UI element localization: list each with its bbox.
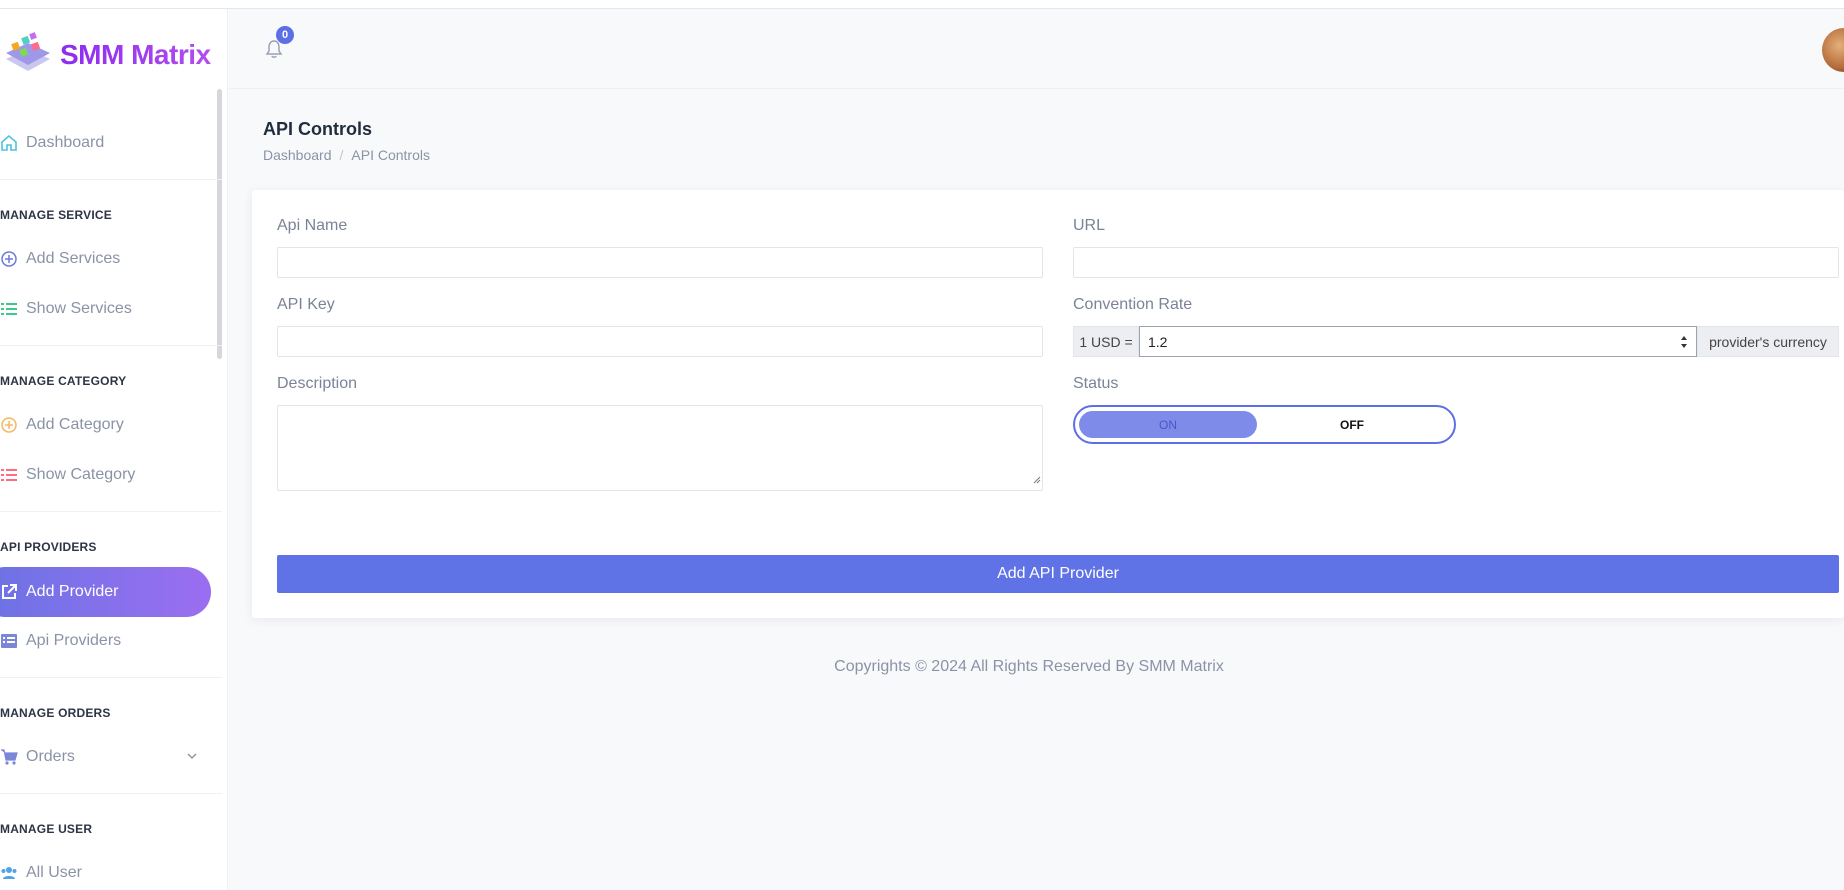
list-icon bbox=[0, 466, 18, 484]
add-api-provider-button[interactable]: Add API Provider bbox=[277, 555, 1839, 593]
status-off-option[interactable]: OFF bbox=[1262, 411, 1442, 438]
sidebar-item-label: Add Services bbox=[26, 250, 121, 267]
sidebar-item-label: Add Category bbox=[26, 416, 124, 433]
divider bbox=[0, 793, 222, 794]
section-heading-manage-user: MANAGE USER bbox=[0, 822, 93, 836]
sidebar: SMM Matrix Dashboard MANAGE SERVICE Add … bbox=[0, 9, 228, 890]
convention-rate-label: Convention Rate bbox=[1073, 296, 1193, 313]
external-link-icon bbox=[0, 583, 18, 601]
sidebar-item-add-services[interactable]: Add Services bbox=[0, 239, 120, 279]
cart-icon bbox=[0, 748, 18, 766]
sidebar-item-label: Api Providers bbox=[26, 632, 122, 649]
sidebar-item-add-category[interactable]: Add Category bbox=[0, 405, 124, 445]
section-heading-manage-service: MANAGE SERVICE bbox=[0, 208, 112, 222]
api-key-label: API Key bbox=[277, 296, 335, 313]
rate-value: 1.2 bbox=[1148, 333, 1168, 350]
sidebar-item-api-providers[interactable]: Api Providers bbox=[0, 621, 121, 661]
breadcrumb: Dashboard / API Controls bbox=[263, 147, 430, 163]
api-name-input[interactable] bbox=[277, 247, 1043, 278]
sidebar-item-label: Orders bbox=[26, 748, 75, 765]
users-icon bbox=[0, 864, 18, 882]
sidebar-item-show-category[interactable]: Show Category bbox=[0, 455, 135, 495]
sidebar-item-show-services[interactable]: Show Services bbox=[0, 289, 132, 329]
divider bbox=[0, 511, 222, 512]
notification-badge: 0 bbox=[276, 26, 294, 44]
divider bbox=[0, 677, 222, 678]
sidebar-item-label: Dashboard bbox=[26, 134, 105, 151]
sidebar-scrollbar[interactable] bbox=[217, 89, 222, 359]
list-alt-icon bbox=[0, 632, 18, 650]
api-name-label: Api Name bbox=[277, 217, 348, 234]
section-heading-manage-orders: MANAGE ORDERS bbox=[0, 706, 111, 720]
plus-circle-icon bbox=[0, 416, 18, 434]
sidebar-item-dashboard[interactable]: Dashboard bbox=[0, 123, 104, 163]
url-input[interactable] bbox=[1073, 247, 1839, 278]
rate-input[interactable]: 1.2 bbox=[1139, 326, 1697, 357]
chevron-down-icon[interactable] bbox=[186, 749, 198, 767]
status-on-option[interactable]: ON bbox=[1079, 411, 1257, 438]
top-border bbox=[0, 0, 1844, 9]
top-header bbox=[229, 9, 1844, 89]
list-icon bbox=[0, 300, 18, 318]
status-label: Status bbox=[1073, 375, 1119, 392]
section-heading-api-providers: API PROVIDERS bbox=[0, 540, 97, 554]
sidebar-item-label: Show Category bbox=[26, 466, 136, 483]
breadcrumb-current: API Controls bbox=[351, 147, 430, 163]
section-heading-manage-category: MANAGE CATEGORY bbox=[0, 374, 127, 388]
rate-prefix: 1 USD = bbox=[1073, 326, 1139, 357]
breadcrumb-link-dashboard[interactable]: Dashboard bbox=[263, 147, 332, 163]
plus-circle-icon bbox=[0, 250, 18, 268]
home-icon bbox=[0, 134, 18, 152]
page-title: API Controls bbox=[263, 119, 373, 139]
brand-name: SMM Matrix bbox=[60, 39, 211, 70]
spinner-icon[interactable] bbox=[1680, 334, 1688, 350]
divider bbox=[0, 179, 222, 180]
logo-icon bbox=[2, 29, 54, 81]
sidebar-item-all-user[interactable]: All User bbox=[0, 853, 82, 890]
breadcrumb-separator: / bbox=[339, 147, 344, 163]
sidebar-item-label: Show Services bbox=[26, 300, 132, 317]
url-label: URL bbox=[1073, 217, 1106, 234]
rate-suffix: provider's currency bbox=[1697, 326, 1839, 357]
footer-copyright: Copyrights © 2024 All Rights Reserved By… bbox=[834, 658, 1224, 675]
sidebar-item-orders[interactable]: Orders bbox=[0, 737, 200, 777]
brand-logo[interactable]: SMM Matrix bbox=[0, 25, 211, 85]
sidebar-item-label: Add Provider bbox=[26, 583, 119, 600]
resize-handle-icon[interactable] bbox=[1033, 471, 1041, 489]
sidebar-item-label: All User bbox=[26, 864, 83, 881]
description-textarea[interactable] bbox=[277, 405, 1043, 491]
status-toggle[interactable]: ON OFF bbox=[1073, 405, 1456, 444]
divider bbox=[0, 345, 222, 346]
api-key-input[interactable] bbox=[277, 326, 1043, 357]
sidebar-item-add-provider[interactable]: Add Provider bbox=[0, 567, 211, 617]
description-label: Description bbox=[277, 375, 358, 392]
